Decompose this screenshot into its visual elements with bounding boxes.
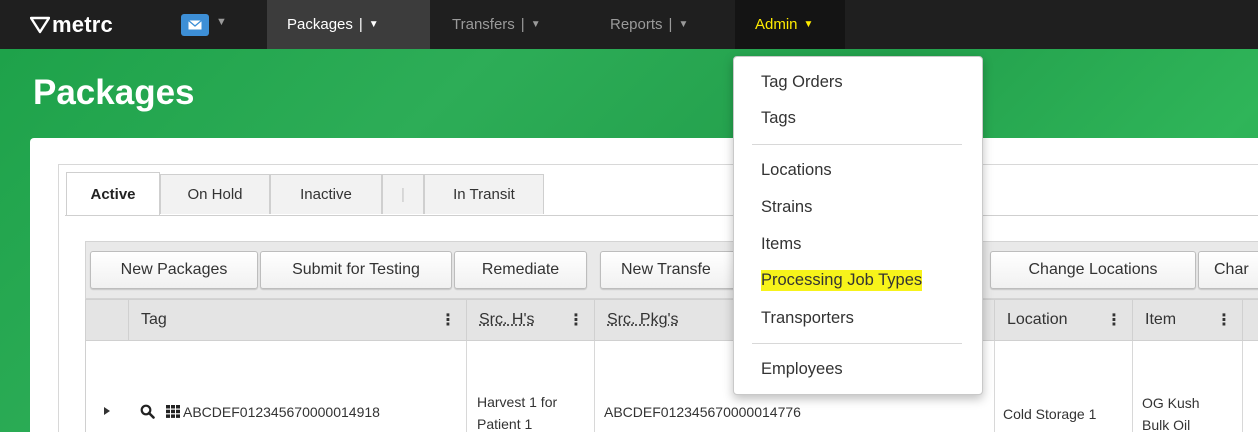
vertical-dots-icon[interactable]: ⋮ <box>568 310 584 330</box>
vertical-dots-icon[interactable]: ⋮ <box>1216 310 1232 330</box>
column-item-label: Item <box>1145 311 1177 328</box>
tab-active[interactable]: Active <box>66 172 160 216</box>
nav-reports-label: Reports <box>610 16 663 33</box>
menu-item-employees[interactable]: Employees <box>761 360 843 379</box>
nav-transfers-label: Transfers <box>452 16 515 33</box>
row-cell-border <box>1242 341 1258 432</box>
change-more-button[interactable]: Char <box>1198 251 1258 289</box>
nav-separator: | <box>668 16 673 33</box>
row-src-pkg-value[interactable]: ABCDEF012345670000014776 <box>604 402 801 422</box>
row-item-line2: Bulk Oil <box>1142 417 1191 432</box>
remediate-button[interactable]: Remediate <box>454 251 587 289</box>
grid-icon[interactable] <box>166 405 180 418</box>
caret-down-icon: ▼ <box>803 19 814 30</box>
nav-transfers[interactable]: Transfers | ▼ <box>432 0 561 49</box>
metrc-logo-icon <box>30 16 50 34</box>
column-src-hs-label: Src. H's <box>479 311 535 328</box>
menu-divider <box>752 144 962 145</box>
tab-divider: | <box>382 174 424 214</box>
vertical-dots-icon[interactable]: ⋮ <box>440 310 456 330</box>
vertical-dots-icon[interactable]: ⋮ <box>1106 310 1122 330</box>
submit-for-testing-button[interactable]: Submit for Testing <box>260 251 452 289</box>
row-tag-value[interactable]: ABCDEF012345670000014918 <box>183 402 380 422</box>
nav-separator: | <box>520 16 525 33</box>
column-src-pkgs-label: Src. Pkg's <box>607 311 679 328</box>
column-header-next[interactable] <box>1242 299 1258 341</box>
menu-item-locations[interactable]: Locations <box>761 161 832 180</box>
page-title: Packages <box>33 73 195 112</box>
admin-dropdown-menu <box>733 56 983 395</box>
caret-down-icon: ▼ <box>530 19 541 30</box>
envelope-icon <box>188 20 202 30</box>
tab-baseline <box>65 215 1258 216</box>
menu-item-processing-job-types-label: Processing Job Types <box>761 270 923 291</box>
menu-item-transporters[interactable]: Transporters <box>761 309 854 328</box>
tab-on-hold[interactable]: On Hold <box>160 174 270 214</box>
magnifier-icon[interactable] <box>140 404 155 419</box>
caret-down-icon: ▼ <box>368 19 379 30</box>
nav-reports[interactable]: Reports | ▼ <box>590 0 708 49</box>
row-location-value: Cold Storage 1 <box>1003 406 1097 422</box>
menu-item-tags[interactable]: Tags <box>761 109 796 128</box>
messages-caret-icon[interactable]: ▼ <box>216 16 227 28</box>
caret-down-icon: ▼ <box>678 19 689 30</box>
metrc-logo[interactable]: metrc <box>30 10 113 40</box>
menu-item-strains[interactable]: Strains <box>761 198 812 217</box>
caret-right-icon[interactable] <box>103 406 111 416</box>
menu-item-tag-orders[interactable]: Tag Orders <box>761 73 843 92</box>
menu-item-processing-job-types[interactable]: Processing Job Types <box>761 270 923 291</box>
row-item-line1: OG Kush <box>1142 395 1200 411</box>
tab-inactive[interactable]: Inactive <box>270 174 382 214</box>
nav-separator: | <box>358 16 363 33</box>
nav-admin-label: Admin <box>755 16 798 33</box>
tab-in-transit[interactable]: In Transit <box>424 174 544 214</box>
logo-text: metrc <box>52 12 113 37</box>
column-header-src-pkgs[interactable]: Src. Pkg's <box>594 299 734 341</box>
new-transfer-button[interactable]: New Transfe <box>600 251 750 289</box>
nav-admin[interactable]: Admin ▼ <box>735 0 845 49</box>
column-header-item[interactable]: Item ⋮ <box>1132 299 1242 341</box>
column-tag-label: Tag <box>141 311 167 328</box>
row-src-h-line2: Patient 1 <box>477 416 533 432</box>
column-header-tag[interactable]: Tag ⋮ <box>128 299 466 341</box>
column-header-location[interactable]: Location ⋮ <box>994 299 1132 341</box>
nav-packages-label: Packages <box>287 16 353 33</box>
messages-button[interactable] <box>181 14 209 36</box>
row-src-h-line1: Harvest 1 for <box>477 394 558 410</box>
column-location-label: Location <box>1007 311 1068 328</box>
menu-divider <box>752 343 962 344</box>
new-packages-button[interactable]: New Packages <box>90 251 258 289</box>
nav-packages[interactable]: Packages | ▼ <box>267 0 430 49</box>
menu-item-items[interactable]: Items <box>761 235 801 254</box>
column-header-src-hs[interactable]: Src. H's ⋮ <box>466 299 594 341</box>
change-locations-button[interactable]: Change Locations <box>990 251 1196 289</box>
